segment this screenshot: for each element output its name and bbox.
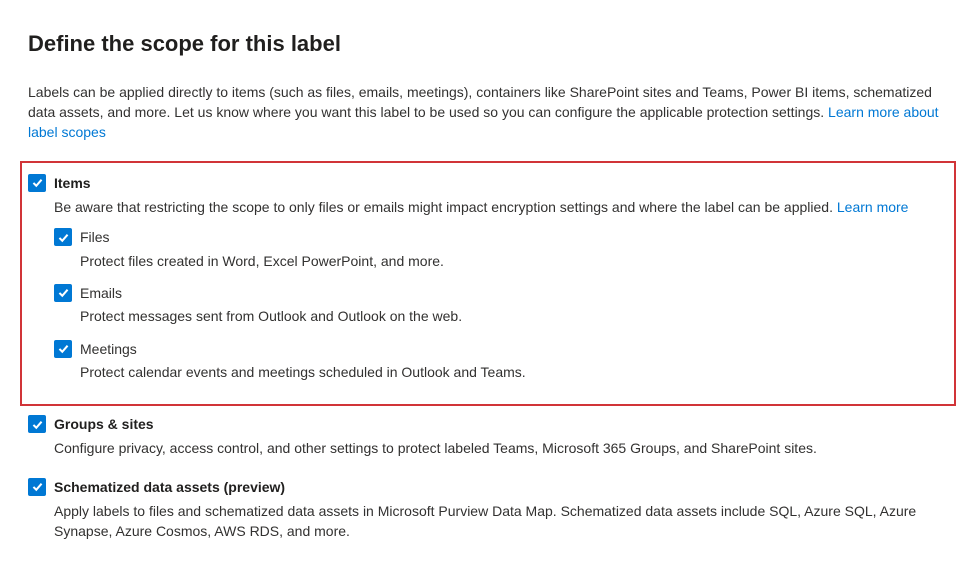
sub-option-meetings-desc: Protect calendar events and meetings sch… [80,362,940,382]
check-icon [31,176,44,189]
intro-text: Labels can be applied directly to items … [28,84,932,120]
checkbox-schematized[interactable] [28,478,46,496]
option-items-label: Items [54,173,940,193]
check-icon [31,480,44,493]
items-highlight-box: Items Be aware that restricting the scop… [20,161,956,406]
checkbox-meetings[interactable] [54,340,72,358]
check-icon [57,231,70,244]
option-items-desc: Be aware that restricting the scope to o… [54,197,940,217]
option-schematized: Schematized data assets (preview) Apply … [28,477,948,552]
checkbox-emails[interactable] [54,284,72,302]
sub-option-files-label: Files [80,227,940,247]
intro-paragraph: Labels can be applied directly to items … [28,82,948,143]
option-groups-desc: Configure privacy, access control, and o… [54,438,948,458]
option-groups-label: Groups & sites [54,414,948,434]
sub-option-files-desc: Protect files created in Word, Excel Pow… [80,251,940,271]
checkbox-items[interactable] [28,174,46,192]
option-items: Items Be aware that restricting the scop… [28,173,940,394]
sub-option-emails-label: Emails [80,283,940,303]
sub-option-meetings-label: Meetings [80,339,940,359]
option-items-desc-text: Be aware that restricting the scope to o… [54,199,837,215]
check-icon [57,286,70,299]
sub-option-emails: Emails Protect messages sent from Outloo… [54,283,940,339]
check-icon [31,418,44,431]
checkbox-files[interactable] [54,228,72,246]
sub-option-meetings: Meetings Protect calendar events and mee… [54,339,940,395]
checkbox-groups[interactable] [28,415,46,433]
learn-more-items-link[interactable]: Learn more [837,199,909,215]
option-groups: Groups & sites Configure privacy, access… [28,414,948,469]
option-schematized-label: Schematized data assets (preview) [54,477,948,497]
option-schematized-desc: Apply labels to files and schematized da… [54,501,948,542]
options-group: Items Be aware that restricting the scop… [28,161,948,552]
sub-option-emails-desc: Protect messages sent from Outlook and O… [80,306,940,326]
items-sub-options: Files Protect files created in Word, Exc… [54,227,940,394]
sub-option-files: Files Protect files created in Word, Exc… [54,227,940,283]
check-icon [57,342,70,355]
page-title: Define the scope for this label [28,28,948,60]
